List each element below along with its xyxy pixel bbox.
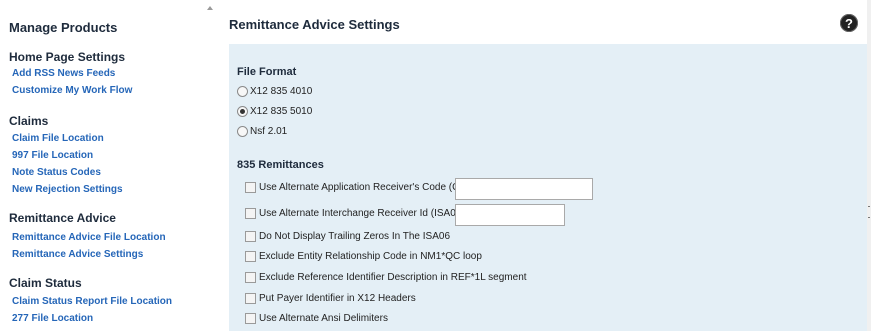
sidebar-scrollbar[interactable]: [205, 0, 217, 331]
gs03-code-input[interactable]: [455, 178, 593, 200]
sidebar-link-997-file-location[interactable]: 997 File Location: [12, 150, 93, 161]
sidebar-link-277-file-location[interactable]: 277 File Location: [12, 313, 93, 324]
sidebar: Manage Products Home Page Settings Add R…: [0, 0, 206, 331]
checkbox[interactable]: [245, 231, 256, 242]
radio-x12-835-5010[interactable]: X12 835 5010: [237, 106, 312, 117]
sidebar-section-claims: Claims: [9, 114, 49, 128]
checkbox[interactable]: [245, 208, 256, 219]
sidebar-title: Manage Products: [9, 20, 118, 35]
settings-panel: File Format X12 835 4010 X12 835 5010 Ns…: [229, 44, 867, 331]
checkbox[interactable]: [245, 313, 256, 324]
checkbox-alt-interchange-receiver-id[interactable]: Use Alternate Interchange Receiver Id (I…: [245, 208, 465, 219]
835-remittances-heading: 835 Remittances: [237, 159, 324, 171]
checkbox[interactable]: [245, 272, 256, 283]
sidebar-link-new-rejection-settings[interactable]: New Rejection Settings: [12, 184, 123, 195]
checkbox-payer-identifier-x12-headers[interactable]: Put Payer Identifier in X12 Headers: [245, 293, 416, 304]
scroll-up-arrow-icon[interactable]: [207, 6, 213, 10]
isa08-id-input[interactable]: [455, 204, 565, 226]
checkbox-label: Do Not Display Trailing Zeros In The ISA…: [259, 231, 451, 242]
sidebar-link-add-rss-news-feeds[interactable]: Add RSS News Feeds: [12, 68, 115, 79]
checkbox[interactable]: [245, 182, 256, 193]
sidebar-link-remittance-advice-file-location[interactable]: Remittance Advice File Location: [12, 232, 166, 243]
radio-button[interactable]: [237, 126, 248, 137]
checkbox-label: Exclude Entity Relationship Code in NM1*…: [259, 251, 482, 262]
radio-button-selected[interactable]: [237, 106, 248, 117]
sidebar-link-remittance-advice-settings[interactable]: Remittance Advice Settings: [12, 249, 143, 260]
page-title: Remittance Advice Settings: [229, 17, 400, 32]
radio-label: X12 835 4010: [250, 86, 313, 97]
checkbox-label: Use Alternate Interchange Receiver Id (I…: [259, 208, 465, 219]
radio-nsf-2-01[interactable]: Nsf 2.01: [237, 126, 287, 137]
checkbox-label: Use Alternate Ansi Delimiters: [259, 313, 388, 324]
sidebar-section-claim-status: Claim Status: [9, 276, 82, 290]
checkbox-label: Exclude Reference Identifier Description…: [259, 272, 527, 283]
checkbox-label: Use Alternate Application Receiver's Cod…: [259, 182, 482, 193]
checkbox-exclude-reference-identifier[interactable]: Exclude Reference Identifier Description…: [245, 272, 527, 283]
radio-button[interactable]: [237, 86, 248, 97]
sidebar-link-claim-status-report-file-location[interactable]: Claim Status Report File Location: [12, 296, 172, 307]
sidebar-link-customize-my-work-flow[interactable]: Customize My Work Flow: [12, 85, 132, 96]
file-format-heading: File Format: [237, 66, 297, 78]
checkbox-exclude-entity-relationship-code[interactable]: Exclude Entity Relationship Code in NM1*…: [245, 251, 482, 262]
checkbox[interactable]: [245, 251, 256, 262]
sidebar-section-remittance-advice: Remittance Advice: [9, 211, 116, 225]
main-content: Remittance Advice Settings ? File Format…: [217, 0, 867, 331]
checkbox-alt-ansi-delimiters[interactable]: Use Alternate Ansi Delimiters: [245, 313, 388, 324]
main-scrollbar[interactable]: [867, 0, 871, 331]
sidebar-link-claim-file-location[interactable]: Claim File Location: [12, 133, 104, 144]
radio-label: Nsf 2.01: [250, 126, 288, 137]
checkbox-no-trailing-zeros-isa06[interactable]: Do Not Display Trailing Zeros In The ISA…: [245, 231, 450, 242]
sidebar-link-note-status-codes[interactable]: Note Status Codes: [12, 167, 101, 178]
radio-x12-835-4010[interactable]: X12 835 4010: [237, 86, 312, 97]
help-icon[interactable]: ?: [840, 14, 858, 32]
sidebar-section-home-page-settings: Home Page Settings: [9, 50, 126, 64]
radio-label: X12 835 5010: [250, 106, 313, 117]
checkbox-alt-app-receiver-code[interactable]: Use Alternate Application Receiver's Cod…: [245, 182, 481, 193]
checkbox-label: Put Payer Identifier in X12 Headers: [259, 293, 416, 304]
scroll-grip-icon[interactable]: [868, 206, 870, 218]
checkbox[interactable]: [245, 293, 256, 304]
